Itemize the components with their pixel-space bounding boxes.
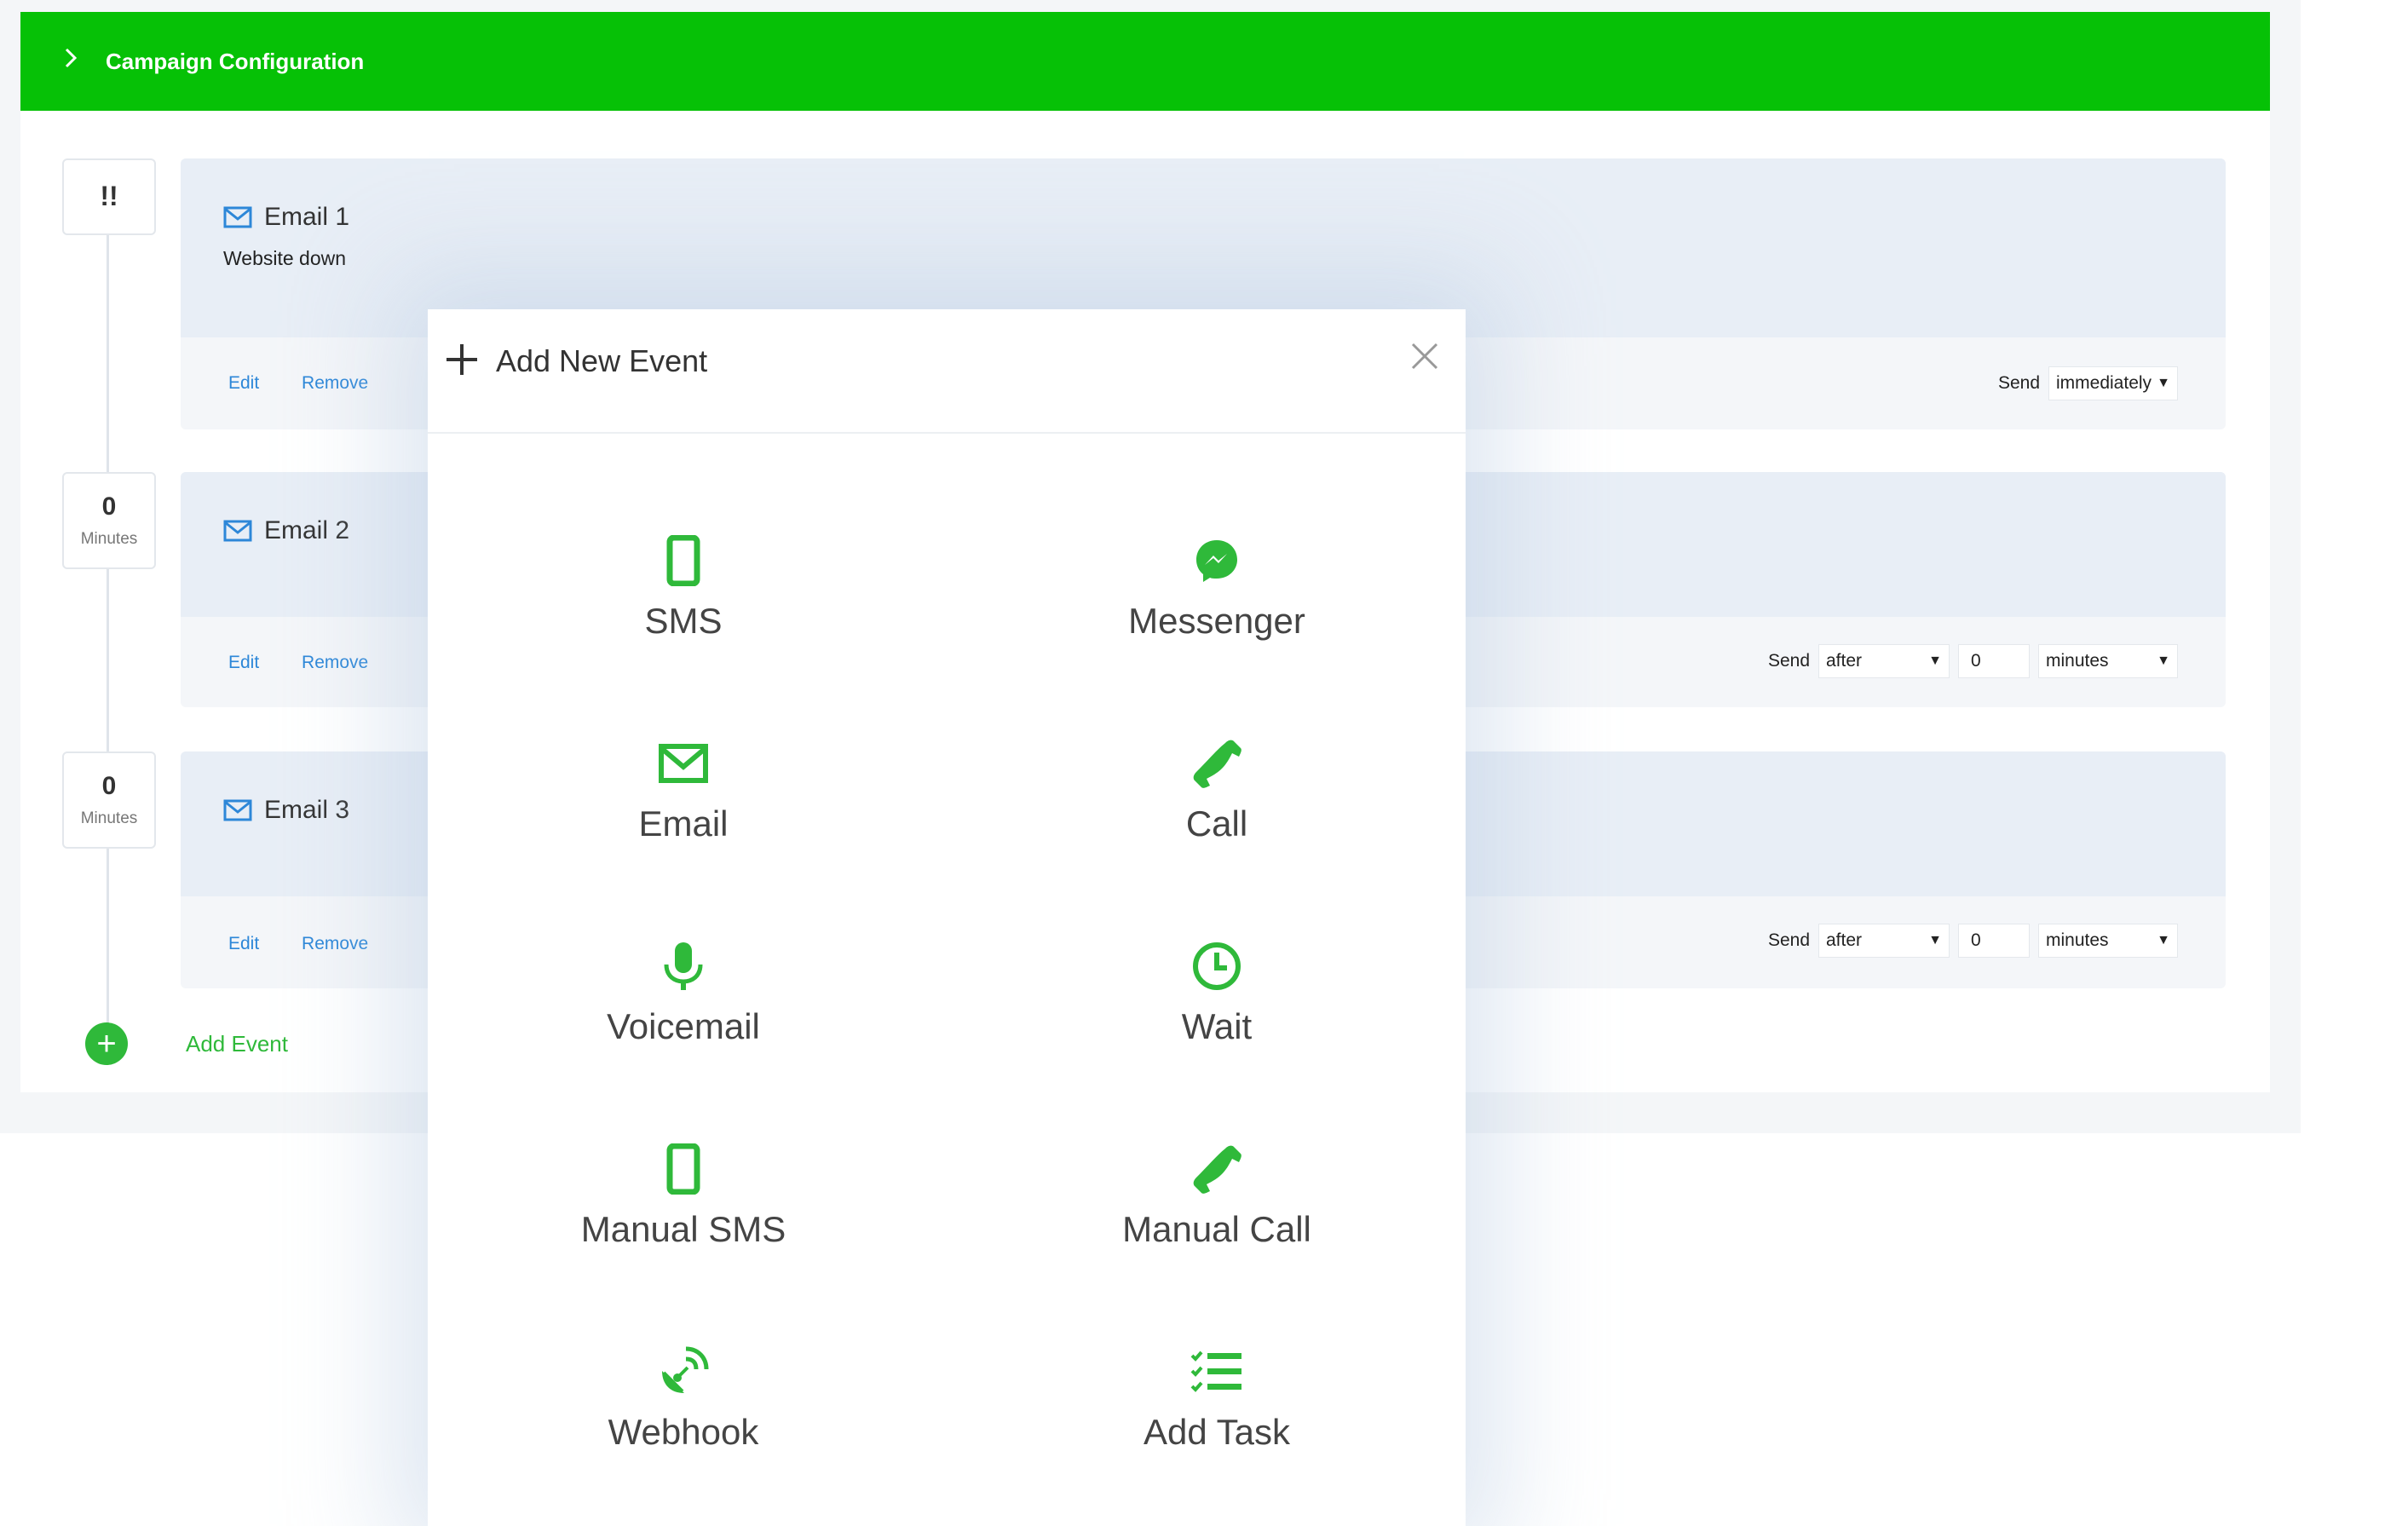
campaign-config-header[interactable]: Campaign Configuration — [20, 12, 2270, 111]
caret-down-icon: ▼ — [2157, 654, 2170, 668]
event-option-add-task[interactable]: Add Task — [1046, 1342, 1387, 1453]
event-option-manual-call[interactable]: Manual Call — [1046, 1139, 1387, 1250]
send-timing-value: immediately — [2056, 373, 2152, 393]
close-icon[interactable] — [1409, 335, 1440, 382]
timeline-step-3: 0 Minutes — [62, 751, 156, 849]
delay-input[interactable]: 0 — [1958, 644, 2030, 678]
event-option-label: Manual Call — [1122, 1209, 1311, 1249]
timeline-step-value: 0 — [101, 772, 117, 800]
event-option-label: SMS — [644, 601, 723, 641]
chevron-right-icon[interactable] — [61, 47, 95, 76]
envelope-icon — [223, 206, 252, 228]
event-title: Email 3 — [264, 796, 350, 824]
modal-header: Add New Event — [428, 309, 1466, 434]
event-option-label: Messenger — [1128, 601, 1305, 641]
send-timing-select[interactable]: after ▼ — [1818, 924, 1950, 958]
envelope-icon — [223, 520, 252, 542]
event-option-webhook[interactable]: Webhook — [513, 1342, 854, 1453]
event-option-wait[interactable]: Wait — [1046, 936, 1387, 1047]
add-new-event-modal: Add New Event SMS Messenger Email Call V… — [428, 309, 1466, 1526]
send-timing-select[interactable]: immediately ▼ — [2048, 366, 2178, 400]
send-label: Send — [1767, 930, 1810, 950]
event-option-label: Manual SMS — [580, 1209, 786, 1249]
phone-device-icon — [513, 531, 854, 590]
messenger-icon — [1046, 531, 1387, 590]
send-timing-value: after — [1826, 651, 1863, 671]
timeline-step-value: !! — [100, 181, 118, 211]
timeline-line — [107, 222, 109, 1046]
send-label: Send — [1997, 373, 2040, 393]
remove-link[interactable]: Remove — [302, 653, 368, 672]
event-option-sms[interactable]: SMS — [513, 531, 854, 642]
delay-unit-select[interactable]: minutes ▼ — [2038, 924, 2178, 958]
caret-down-icon: ▼ — [1928, 933, 1942, 947]
edit-link[interactable]: Edit — [228, 373, 259, 393]
modal-title: Add New Event — [496, 343, 708, 378]
satellite-dish-icon — [513, 1342, 854, 1402]
event-option-label: Call — [1185, 803, 1248, 844]
event-option-label: Email — [638, 803, 729, 844]
checklist-icon — [1046, 1342, 1387, 1402]
event-option-call[interactable]: Call — [1046, 734, 1387, 844]
event-title: Email 1 — [264, 203, 350, 231]
event-option-label: Voicemail — [607, 1006, 760, 1046]
event-option-manual-sms[interactable]: Manual SMS — [513, 1139, 854, 1250]
caret-down-icon: ▼ — [1928, 654, 1942, 668]
envelope-icon — [223, 799, 252, 821]
phone-handset-icon — [1046, 1139, 1387, 1199]
delay-unit-value: minutes — [2046, 651, 2109, 671]
timeline-step-1: !! — [62, 158, 156, 235]
event-option-email[interactable]: Email — [513, 734, 854, 844]
timeline-step-unit: Minutes — [80, 809, 138, 827]
delay-input[interactable]: 0 — [1958, 924, 2030, 958]
phone-device-icon — [513, 1139, 854, 1199]
event-option-label: Add Task — [1144, 1412, 1290, 1452]
remove-link[interactable]: Remove — [302, 373, 368, 393]
edit-link[interactable]: Edit — [228, 934, 259, 953]
microphone-icon — [513, 936, 854, 996]
header-title: Campaign Configuration — [106, 48, 365, 74]
send-timing-value: after — [1826, 930, 1863, 950]
envelope-icon — [513, 734, 854, 793]
add-event-label[interactable]: Add Event — [186, 1031, 288, 1057]
phone-handset-icon — [1046, 734, 1387, 793]
send-label: Send — [1767, 651, 1810, 671]
event-option-voicemail[interactable]: Voicemail — [513, 936, 854, 1047]
delay-unit-value: minutes — [2046, 930, 2109, 950]
event-option-label: Wait — [1181, 1006, 1253, 1046]
event-option-messenger[interactable]: Messenger — [1046, 531, 1387, 642]
edit-link[interactable]: Edit — [228, 653, 259, 672]
timeline-step-unit: Minutes — [80, 530, 138, 548]
event-title: Email 2 — [264, 516, 350, 544]
event-option-label: Webhook — [608, 1412, 759, 1452]
timeline-step-value: 0 — [101, 492, 117, 521]
add-event-button[interactable]: + Add Event — [85, 1022, 288, 1065]
remove-link[interactable]: Remove — [302, 934, 368, 953]
timeline-step-2: 0 Minutes — [62, 472, 156, 569]
send-timing-select[interactable]: after ▼ — [1818, 644, 1950, 678]
plus-circle-icon[interactable]: + — [85, 1022, 128, 1065]
plus-icon — [445, 337, 479, 388]
clock-icon — [1046, 936, 1387, 996]
caret-down-icon: ▼ — [2157, 933, 2170, 947]
caret-down-icon: ▼ — [2157, 376, 2170, 390]
event-subtitle: Website down — [223, 247, 347, 269]
delay-unit-select[interactable]: minutes ▼ — [2038, 644, 2178, 678]
